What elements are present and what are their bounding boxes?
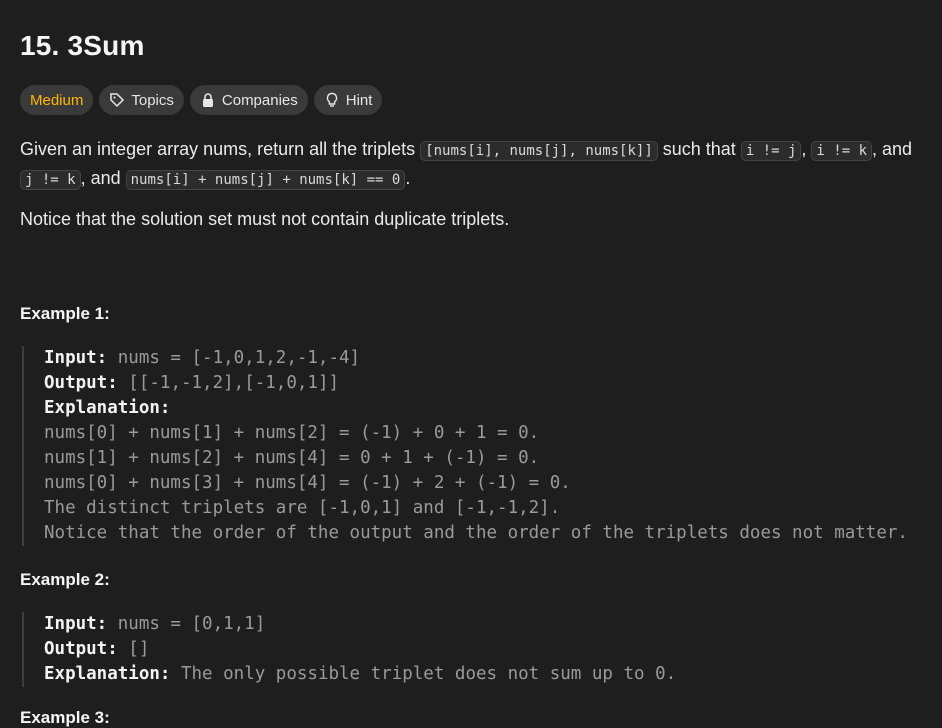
output-label: Output:: [44, 639, 118, 659]
output-label: Output:: [44, 373, 118, 393]
topics-button[interactable]: Topics: [99, 85, 184, 115]
explanation-label: Explanation:: [44, 398, 171, 418]
explanation-label: Explanation:: [44, 664, 171, 684]
statement-text: , and: [872, 139, 913, 159]
inline-code: j != k: [20, 170, 81, 190]
problem-statement: Given an integer array nums, return all …: [20, 136, 920, 194]
inline-code: [nums[i], nums[j], nums[k]]: [420, 141, 658, 161]
example-1-title: Example 1:: [20, 304, 110, 323]
output-value: []: [117, 639, 150, 659]
inline-code: i != k: [811, 141, 872, 161]
companies-label: Companies: [221, 91, 298, 109]
input-value: nums = [-1,0,1,2,-1,-4]: [107, 348, 361, 368]
explanation-line: Notice that the order of the output and …: [44, 523, 908, 543]
lightbulb-icon: [326, 92, 337, 107]
example-1-block: Input: nums = [-1,0,1,2,-1,-4] Output: […: [22, 346, 908, 546]
problem-title: 15. 3Sum: [20, 30, 145, 61]
output-value: [[-1,-1,2],[-1,0,1]]: [117, 373, 340, 393]
input-label: Input:: [44, 348, 108, 368]
tag-icon: [110, 93, 125, 108]
example-3-title: Example 3:: [20, 708, 110, 727]
hint-button[interactable]: Hint: [313, 85, 383, 115]
difficulty-label: Medium: [30, 91, 84, 109]
input-label: Input:: [44, 614, 108, 634]
difficulty-badge: Medium: [20, 85, 94, 115]
lock-icon: [202, 93, 213, 107]
inline-code: nums[i] + nums[j] + nums[k] == 0: [125, 170, 406, 190]
statement-text: Given an integer array nums, return all …: [20, 139, 421, 159]
notice-text: Notice that the solution set must not co…: [20, 209, 510, 229]
example-2-block: Input: nums = [0,1,1] Output: [] Explana…: [22, 612, 676, 687]
companies-button[interactable]: Companies: [189, 85, 308, 115]
statement-text: such that: [657, 139, 741, 159]
explanation-line: nums[1] + nums[2] + nums[4] = 0 + 1 + (-…: [44, 448, 540, 468]
statement-text: ,: [801, 139, 812, 159]
input-value: nums = [0,1,1]: [107, 614, 266, 634]
statement-text: , and: [80, 168, 126, 188]
explanation-line: nums[0] + nums[1] + nums[2] = (-1) + 0 +…: [44, 423, 540, 443]
explanation-line: nums[0] + nums[3] + nums[4] = (-1) + 2 +…: [44, 473, 571, 493]
inline-code: i != j: [740, 141, 802, 161]
explanation-value: The only possible triplet does not sum u…: [170, 664, 677, 684]
tag-row: Medium Topics Companies Hint: [20, 85, 383, 115]
statement-text: .: [405, 168, 411, 188]
hint-label: Hint: [345, 91, 373, 109]
example-2-title: Example 2:: [20, 570, 110, 589]
topics-label: Topics: [131, 91, 174, 109]
explanation-line: The distinct triplets are [-1,0,1] and […: [44, 498, 561, 518]
